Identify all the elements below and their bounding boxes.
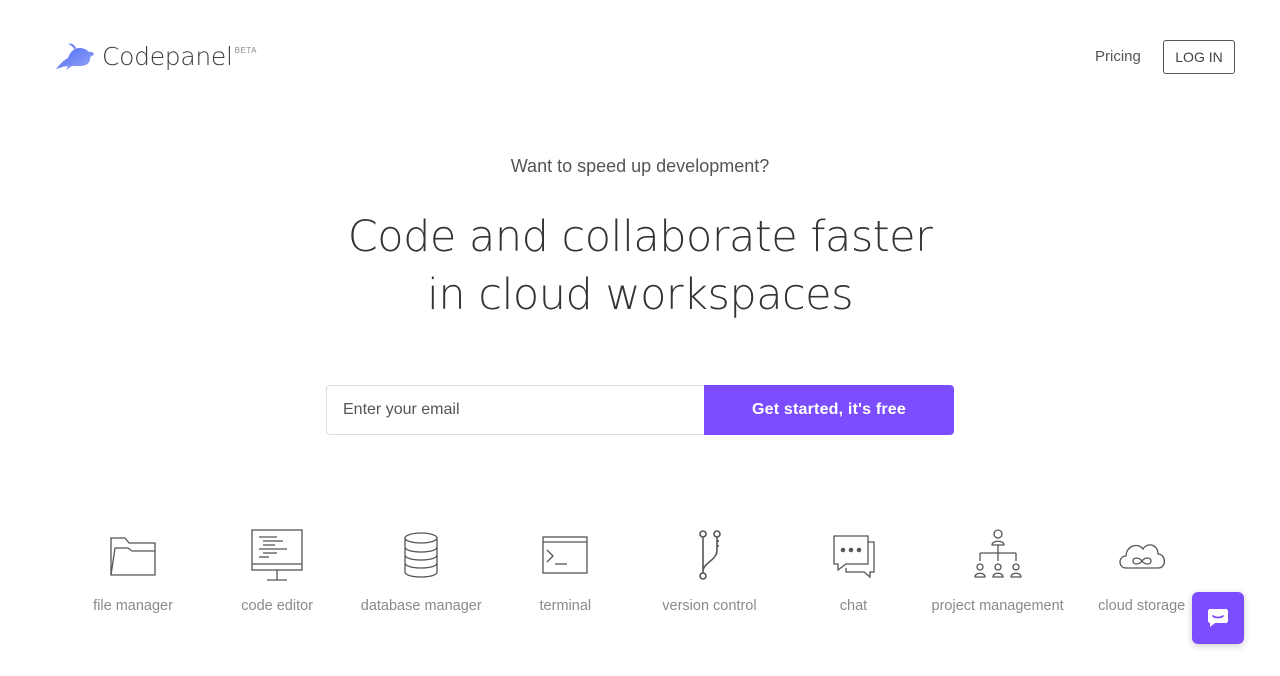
feature-chat: chat bbox=[781, 528, 925, 614]
hero-title-line2: in cloud workspaces bbox=[426, 270, 854, 320]
site-header: Codepanel BETA Pricing LOG IN bbox=[0, 0, 1280, 110]
chat-launcher-icon bbox=[1208, 609, 1228, 627]
login-button[interactable]: LOG IN bbox=[1163, 40, 1235, 74]
hero-title-line1: Code and collaborate faster bbox=[347, 212, 933, 262]
git-branch-icon bbox=[699, 530, 722, 580]
feature-database-manager: database manager bbox=[349, 528, 493, 614]
feature-list: file manager code editor database manage… bbox=[61, 528, 1214, 614]
feature-file-manager: file manager bbox=[61, 528, 205, 614]
feature-label: chat bbox=[839, 598, 868, 614]
feature-label: database manager bbox=[360, 598, 482, 614]
feature-label: version control bbox=[662, 598, 757, 614]
chat-launcher-button[interactable] bbox=[1192, 592, 1244, 644]
email-input[interactable] bbox=[326, 385, 704, 435]
monitor-code-icon bbox=[251, 529, 303, 581]
org-chart-icon bbox=[973, 529, 1022, 578]
database-icon bbox=[404, 532, 438, 578]
feature-version-control: version control bbox=[637, 528, 781, 614]
nav-pricing-link[interactable]: Pricing bbox=[1095, 47, 1141, 67]
feature-label: code editor bbox=[241, 598, 314, 614]
brand-logo[interactable]: Codepanel BETA bbox=[54, 42, 257, 72]
feature-label: terminal bbox=[539, 598, 592, 614]
rabbit-logo-icon bbox=[56, 43, 94, 70]
feature-code-editor: code editor bbox=[205, 528, 349, 614]
feature-label: project management bbox=[931, 598, 1064, 614]
folder-icon bbox=[110, 537, 156, 576]
signup-form: Get started, it's free bbox=[326, 385, 954, 435]
get-started-button[interactable]: Get started, it's free bbox=[704, 385, 954, 435]
feature-project-management: project management bbox=[926, 528, 1070, 614]
brand-name: Codepanel bbox=[102, 42, 233, 71]
hero-title: Code and collaborate faster in cloud wor… bbox=[0, 208, 1280, 324]
feature-terminal: terminal bbox=[493, 528, 637, 614]
hero-subtitle: Want to speed up development? bbox=[510, 156, 770, 176]
feature-label: file manager bbox=[93, 598, 173, 614]
beta-badge: BETA bbox=[234, 46, 257, 55]
feature-label: cloud storage bbox=[1098, 598, 1186, 614]
cloud-infinity-icon bbox=[1119, 544, 1165, 569]
terminal-icon bbox=[542, 536, 588, 574]
chat-bubble-icon bbox=[832, 535, 875, 579]
